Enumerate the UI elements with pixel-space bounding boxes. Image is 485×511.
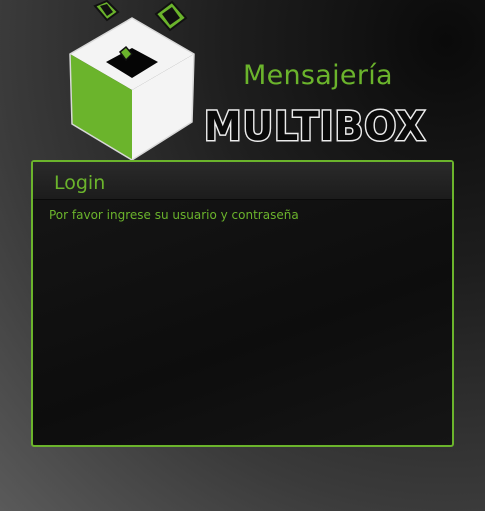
header-logo: Mensajería MULTIBOX xyxy=(0,0,485,161)
brand-name: MULTIBOX xyxy=(203,103,427,149)
multibox-cube-logo xyxy=(69,0,195,161)
floating-cube-icon xyxy=(93,0,120,22)
login-title: Login xyxy=(54,172,106,194)
main-cube-icon xyxy=(69,17,195,161)
svg-text:MULTIBOX: MULTIBOX xyxy=(204,104,426,148)
login-panel: Login Por favor ingrese su usuario y con… xyxy=(31,160,454,447)
brand-subtitle: Mensajería xyxy=(243,60,393,91)
login-instructions: Por favor ingrese su usuario y contraseñ… xyxy=(49,208,299,222)
floating-cube-icon xyxy=(154,0,188,32)
